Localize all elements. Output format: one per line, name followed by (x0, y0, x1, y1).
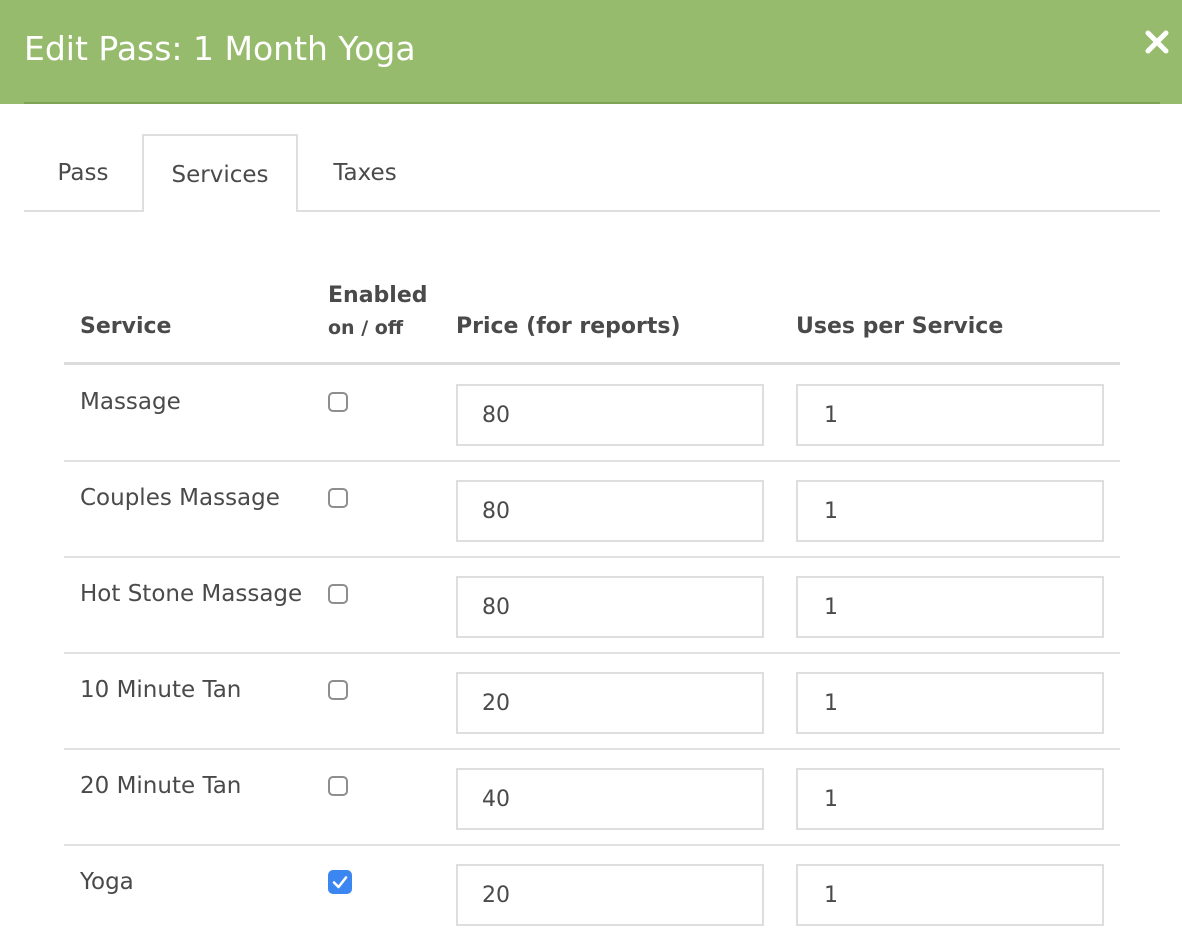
uses-input[interactable] (796, 480, 1104, 542)
tab-bar: Pass Services Taxes (24, 134, 1160, 212)
table-row: Couples Massage (64, 462, 1120, 558)
header-divider (24, 102, 1160, 104)
enabled-checkbox[interactable] (328, 680, 348, 700)
table-header: Service Enabled on / off Price (for repo… (64, 270, 1120, 362)
price-input[interactable] (456, 864, 764, 926)
tab-services[interactable]: Services (142, 134, 298, 212)
table-header-divider (64, 362, 1120, 365)
edit-pass-modal: Edit Pass: 1 Month Yoga Pass Services Ta… (0, 0, 1182, 936)
modal-title: Edit Pass: 1 Month Yoga (24, 29, 416, 68)
uses-input[interactable] (796, 864, 1104, 926)
close-button[interactable] (1144, 26, 1170, 56)
uses-input[interactable] (796, 576, 1104, 638)
enabled-checkbox[interactable] (328, 392, 348, 412)
price-input[interactable] (456, 384, 764, 446)
column-header-service: Service (80, 314, 172, 339)
service-name: 10 Minute Tan (80, 677, 242, 703)
service-name: Couples Massage (80, 485, 280, 511)
column-header-uses: Uses per Service (796, 314, 1004, 339)
price-input[interactable] (456, 672, 764, 734)
table-row: Yoga (64, 846, 1120, 936)
table-row: Massage (64, 366, 1120, 462)
enabled-checkbox[interactable] (328, 870, 352, 894)
column-header-price: Price (for reports) (456, 314, 681, 339)
service-name: Yoga (80, 869, 134, 895)
price-input[interactable] (456, 480, 764, 542)
table-row: Hot Stone Massage (64, 558, 1120, 654)
service-name: Hot Stone Massage (80, 581, 303, 607)
tab-pass[interactable]: Pass (24, 134, 142, 210)
uses-input[interactable] (796, 384, 1104, 446)
service-name: Massage (80, 389, 181, 415)
table-row: 20 Minute Tan (64, 750, 1120, 846)
uses-input[interactable] (796, 768, 1104, 830)
checkmark-icon (332, 876, 348, 889)
price-input[interactable] (456, 576, 764, 638)
enabled-checkbox[interactable] (328, 584, 348, 604)
column-header-enabled-label: Enabled (328, 283, 428, 308)
uses-input[interactable] (796, 672, 1104, 734)
modal-header: Edit Pass: 1 Month Yoga (0, 0, 1182, 104)
table-row: 10 Minute Tan (64, 654, 1120, 750)
price-input[interactable] (456, 768, 764, 830)
column-header-enabled-sub: on / off (328, 317, 404, 339)
enabled-checkbox[interactable] (328, 776, 348, 796)
service-name: 20 Minute Tan (80, 773, 242, 799)
tab-taxes[interactable]: Taxes (298, 134, 432, 210)
column-header-enabled: Enabled on / off (328, 282, 428, 346)
close-icon (1145, 30, 1169, 54)
enabled-checkbox[interactable] (328, 488, 348, 508)
